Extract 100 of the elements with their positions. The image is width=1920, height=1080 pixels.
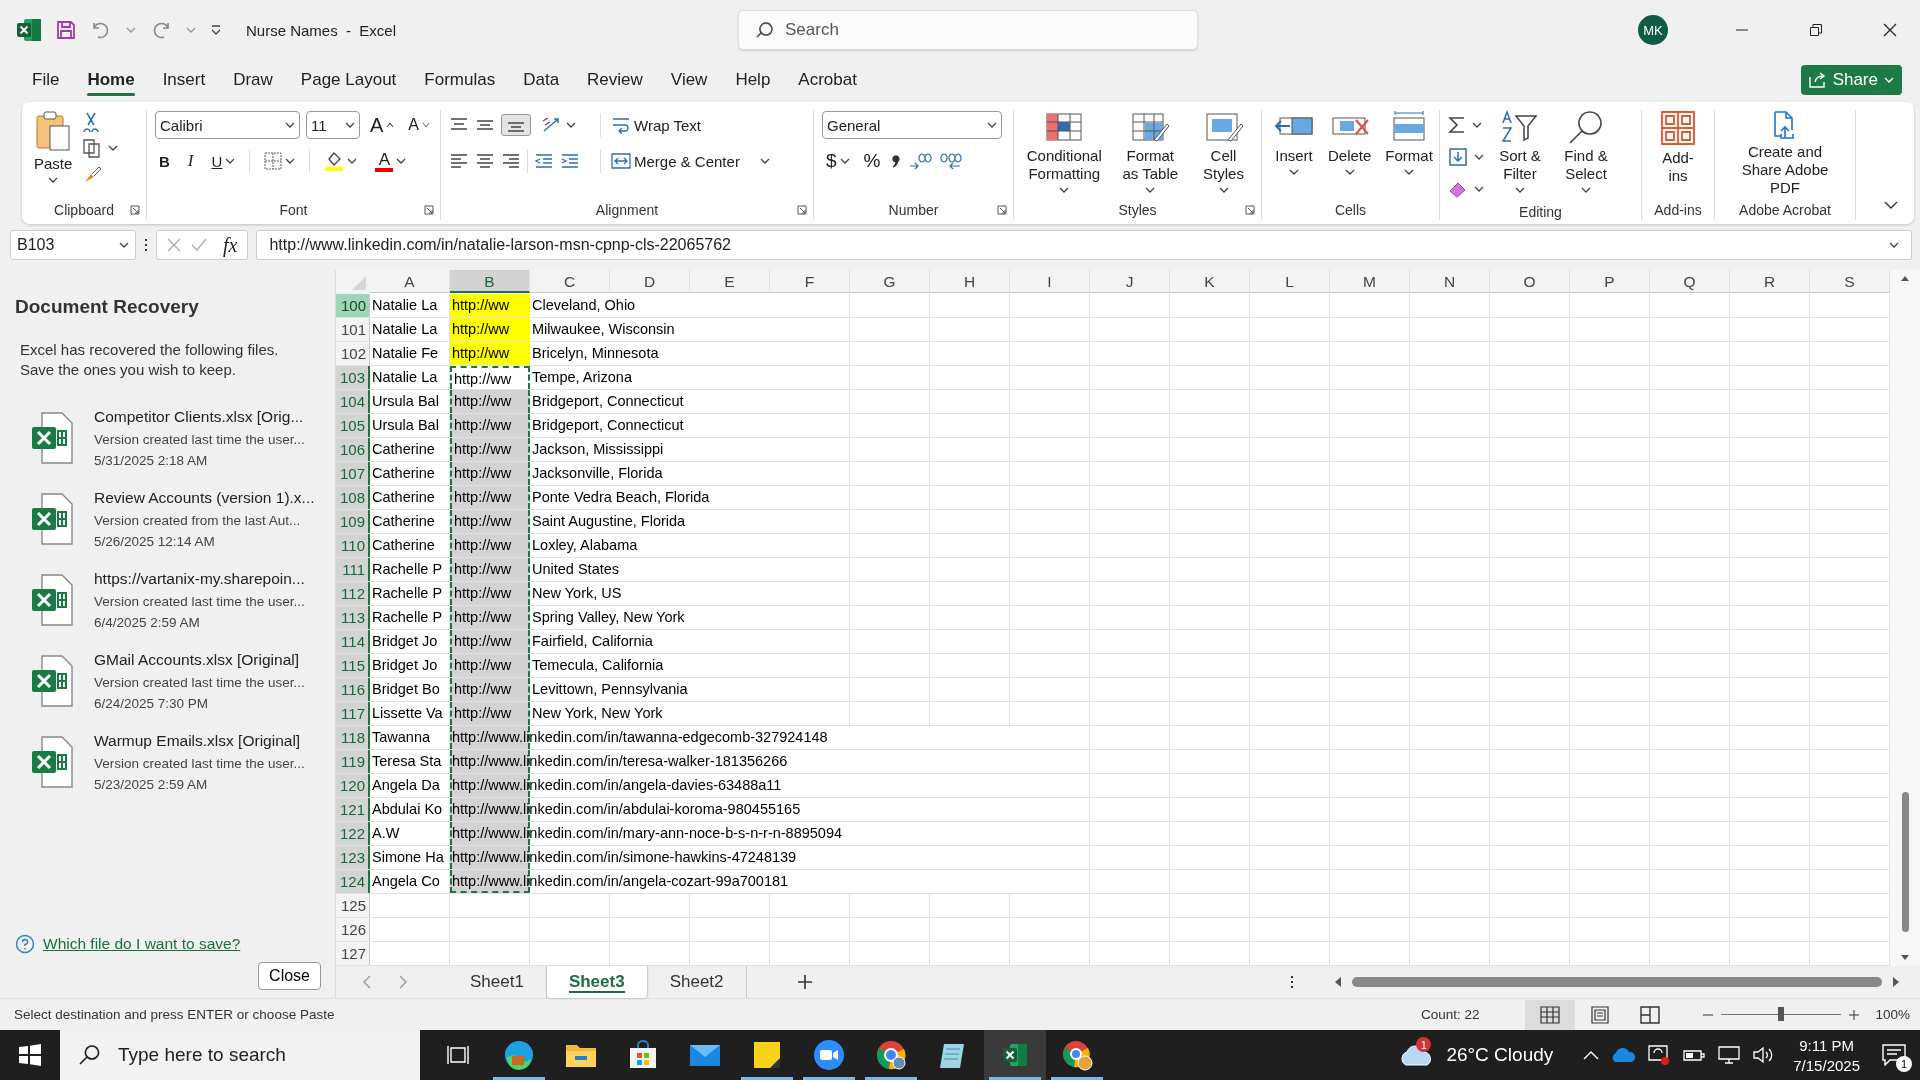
column-header[interactable]: B [450, 270, 530, 293]
middle-align-icon[interactable] [475, 117, 495, 133]
caret-icon[interactable] [1289, 168, 1299, 176]
more-options-icon[interactable] [144, 238, 148, 252]
battery-icon[interactable] [1683, 1047, 1706, 1063]
scroll-up-icon[interactable] [1900, 274, 1910, 282]
column-header[interactable]: L [1250, 270, 1330, 293]
caret-icon[interactable] [1344, 168, 1355, 176]
row-header[interactable]: 121 [336, 798, 370, 821]
ribbon-tab[interactable]: Draw [219, 64, 287, 96]
ribbon-tab[interactable]: Insert [148, 64, 220, 96]
caret-icon[interactable] [1145, 186, 1156, 194]
ribbon-tab[interactable]: Data [509, 64, 574, 96]
sort-filter-button[interactable]: Sort & Filter [1490, 110, 1550, 194]
caret-icon[interactable] [345, 121, 355, 129]
wrap-text-button[interactable]: Wrap Text [607, 114, 705, 136]
taskbar-search-field[interactable]: Type here to search [60, 1030, 420, 1080]
caret-icon[interactable] [48, 176, 59, 184]
recovered-file-item[interactable]: GMail Accounts.xlsx [Original] Version created last time the user... 6/24/2025 7:30 PM [30, 651, 321, 711]
caret-icon[interactable] [759, 157, 770, 165]
scroll-right-icon[interactable] [1892, 976, 1900, 988]
row-header[interactable]: 115 [336, 654, 370, 677]
close-pane-button[interactable]: Close [258, 962, 321, 990]
caret-icon[interactable] [1218, 186, 1229, 194]
notifications-icon[interactable] [1882, 1044, 1906, 1066]
row-header[interactable]: 109 [336, 510, 370, 533]
ribbon-tab[interactable]: Review [573, 64, 657, 96]
recovered-file-item[interactable]: https://vartanix-my.sharepoin... Version created last time the user... 6/4/2025 2:59 AM [30, 570, 321, 630]
excel-app-icon[interactable] [1002, 1042, 1028, 1068]
column-header[interactable]: S [1810, 270, 1890, 293]
column-header[interactable]: A [370, 270, 450, 293]
row-header[interactable]: 105 [336, 414, 370, 437]
increase-font-size-button[interactable]: A [366, 111, 399, 139]
dialog-launcher-icon[interactable] [1245, 205, 1255, 215]
row-header[interactable]: 125 [336, 894, 370, 917]
font-size-dropdown[interactable]: 11 [306, 111, 360, 139]
increase-decimal-icon[interactable] [908, 151, 933, 171]
align-center-icon[interactable] [475, 153, 495, 169]
sheet-tab[interactable]: Sheet2 [647, 966, 747, 998]
fill-down-icon[interactable] [1448, 147, 1468, 167]
column-header[interactable]: C [530, 270, 610, 293]
add-ins-button[interactable]: Add-ins [1650, 110, 1706, 185]
row-header[interactable]: 100 [336, 294, 370, 317]
caret-icon[interactable] [396, 157, 407, 165]
view-button[interactable] [1525, 999, 1576, 1030]
zoom-in-icon[interactable] [1849, 1009, 1860, 1020]
column-header[interactable]: N [1410, 270, 1490, 293]
ribbon-tab[interactable]: Acrobat [784, 64, 871, 96]
paste-button[interactable]: Paste [30, 110, 77, 184]
align-right-icon[interactable] [501, 153, 521, 169]
column-header[interactable]: D [610, 270, 690, 293]
task-view-icon[interactable] [447, 1045, 469, 1065]
font-color-button[interactable]: A [371, 148, 411, 174]
caret-icon[interactable] [1404, 168, 1415, 176]
column-header[interactable]: P [1570, 270, 1650, 293]
eraser-icon[interactable] [1448, 180, 1468, 198]
more-options-icon[interactable] [1290, 975, 1294, 989]
italic-button[interactable]: I [183, 149, 198, 173]
ribbon-tab[interactable]: Page Layout [286, 64, 411, 96]
sheet-tab[interactable]: Sheet1 [448, 966, 547, 998]
format-as-table-button[interactable]: Format as Table [1112, 110, 1188, 194]
delete-button[interactable]: Delete [1324, 110, 1376, 176]
excel-logo-icon[interactable] [16, 17, 42, 43]
name-box[interactable]: B103 [10, 230, 136, 260]
row-header[interactable]: 110 [336, 534, 370, 557]
user-avatar[interactable]: MK [1638, 15, 1668, 45]
caret-icon[interactable] [1515, 186, 1525, 194]
dialog-launcher-icon[interactable] [997, 205, 1007, 215]
row-header[interactable]: 118 [336, 726, 370, 749]
ribbon-tab[interactable]: File [18, 64, 74, 96]
display-record-icon[interactable] [1647, 1044, 1672, 1066]
row-header[interactable]: 103 [336, 366, 370, 389]
row-header[interactable]: 124 [336, 870, 370, 893]
column-header[interactable]: R [1730, 270, 1810, 293]
column-header[interactable]: Q [1650, 270, 1730, 293]
row-header[interactable]: 119 [336, 750, 370, 773]
bottom-align-button[interactable] [501, 114, 531, 136]
column-header[interactable]: O [1490, 270, 1570, 293]
dialog-launcher-icon[interactable] [797, 205, 807, 215]
row-header[interactable]: 111 [336, 558, 370, 581]
row-header[interactable]: 104 [336, 390, 370, 413]
formula-field[interactable]: http://www.linkedin.com/in/natalie-larson-msn-cpnp-cls-22065762 [256, 230, 1912, 260]
find-select-button[interactable]: Find & Select [1556, 110, 1616, 194]
caret-icon[interactable] [119, 241, 129, 249]
recovered-file-item[interactable]: Review Accounts (version 1).x... Version created from the last Aut... 5/26/2025 12:14 AM [30, 489, 321, 549]
ribbon-tab[interactable]: Formulas [410, 64, 510, 96]
horizontal-scrollbar-thumb[interactable] [1352, 977, 1882, 987]
scrollbar-thumb[interactable] [1901, 792, 1909, 932]
row-header[interactable]: 101 [336, 318, 370, 341]
format-button[interactable]: Format [1381, 110, 1437, 176]
row-header[interactable]: 106 [336, 438, 370, 461]
network-icon[interactable] [1717, 1045, 1742, 1065]
cut-icon[interactable] [82, 112, 101, 132]
cloud-sync-icon[interactable] [1611, 1047, 1636, 1063]
align-left-icon[interactable] [449, 153, 469, 169]
format-painter-icon[interactable] [82, 164, 103, 184]
row-header[interactable]: 123 [336, 846, 370, 869]
insert-button[interactable]: Insert [1270, 110, 1318, 176]
create-pdf-button[interactable]: Create and Share Adobe PDF [1723, 110, 1847, 197]
decrease-indent-icon[interactable] [534, 153, 554, 169]
